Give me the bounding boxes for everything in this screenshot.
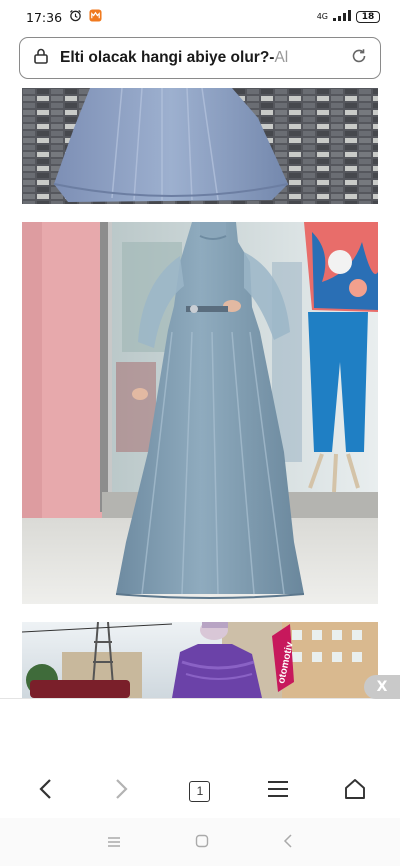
status-time: 17:36 xyxy=(26,9,63,25)
browser-toolbar: 1 xyxy=(0,766,400,816)
status-bar: 17:36 4G 18 xyxy=(0,0,400,34)
menu-icon xyxy=(267,780,289,802)
battery-level: 18 xyxy=(361,12,375,22)
web-content[interactable]: otomotiv xyxy=(0,88,400,698)
page-host-fragment: Al xyxy=(274,49,289,66)
signal-icon xyxy=(333,10,351,24)
tab-count: 1 xyxy=(189,780,211,802)
recent-apps-icon[interactable] xyxy=(107,833,121,852)
reload-icon[interactable] xyxy=(350,47,368,69)
page-title-text: Elti olacak hangi abiye olur?- xyxy=(60,49,275,66)
back-arrow-icon xyxy=(38,778,52,804)
address-bar[interactable]: Elti olacak hangi abiye olur?-Al xyxy=(19,37,381,79)
network-label: 4G xyxy=(316,12,328,21)
ad-banner[interactable] xyxy=(0,698,400,766)
back-nav-icon[interactable] xyxy=(283,833,293,852)
ad-close-button[interactable]: X xyxy=(364,675,400,699)
page-title[interactable]: Elti olacak hangi abiye olur?-Al xyxy=(60,49,350,67)
back-button[interactable] xyxy=(20,769,70,813)
forward-button[interactable] xyxy=(97,769,147,813)
menu-button[interactable] xyxy=(253,769,303,813)
purple-dress-photo-bottom[interactable]: otomotiv xyxy=(22,622,378,698)
home-nav-icon[interactable] xyxy=(195,833,209,852)
forward-arrow-icon xyxy=(115,778,129,804)
home-button[interactable] xyxy=(330,769,380,813)
battery-icon: 18 xyxy=(356,11,380,23)
tabs-button[interactable]: 1 xyxy=(175,769,225,813)
app-notification-icon xyxy=(89,9,102,25)
tulle-gown-photo-middle[interactable] xyxy=(22,222,378,604)
blue-gown-photo-top[interactable] xyxy=(22,88,378,204)
home-icon xyxy=(344,778,366,804)
lock-icon xyxy=(34,48,48,68)
alarm-icon xyxy=(69,9,82,25)
system-navigation-bar xyxy=(0,818,400,866)
